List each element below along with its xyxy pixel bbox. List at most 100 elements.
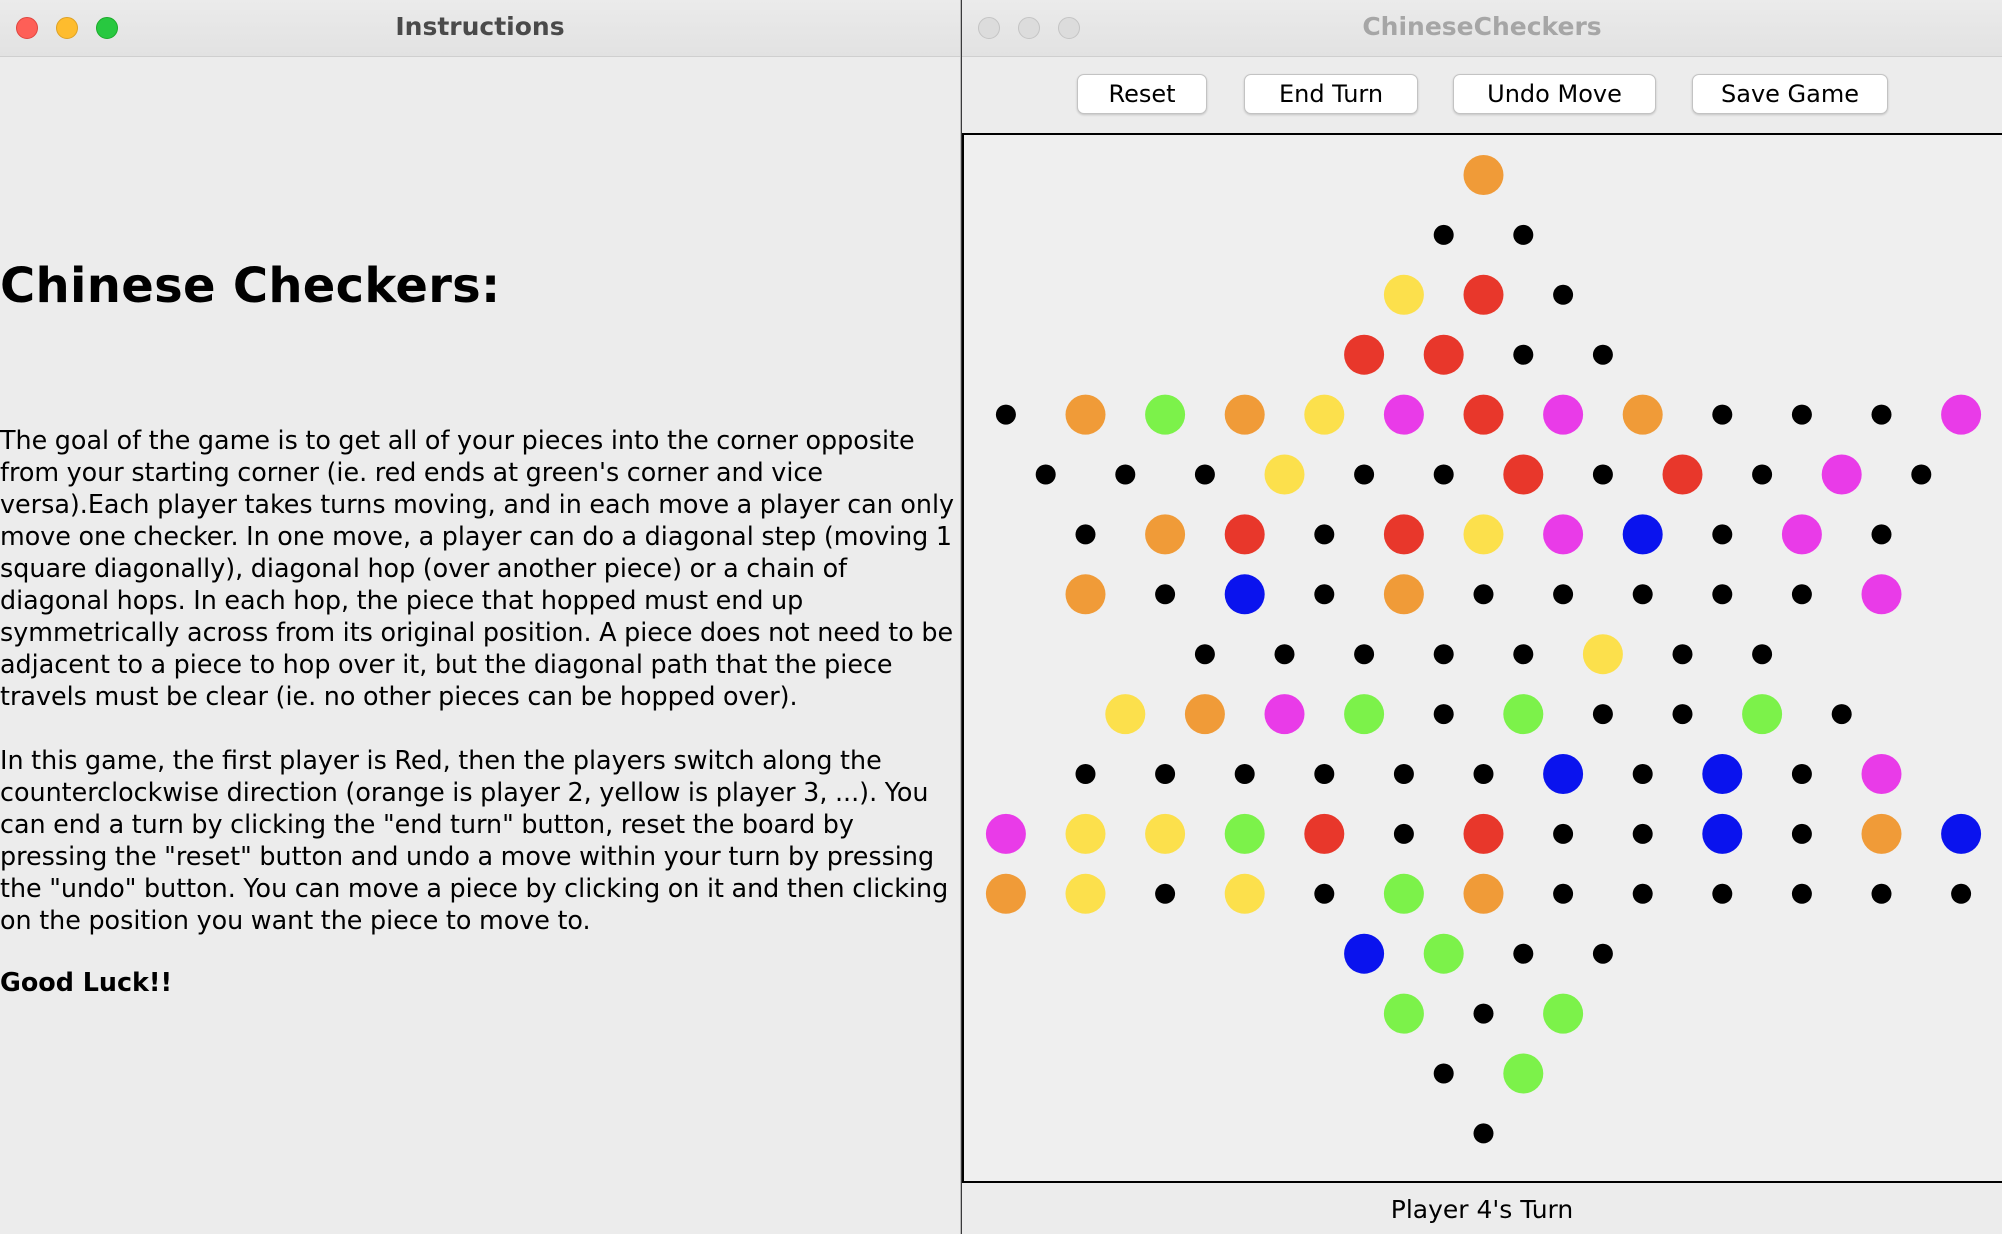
- board-hole[interactable]: [1632, 584, 1653, 605]
- checker-piece[interactable]: [1224, 813, 1265, 854]
- board-hole[interactable]: [1712, 584, 1733, 605]
- checker-piece[interactable]: [1304, 394, 1345, 435]
- board-hole[interactable]: [1712, 883, 1733, 904]
- board-hole[interactable]: [1354, 464, 1375, 485]
- checker-piece[interactable]: [1065, 873, 1106, 914]
- board-hole[interactable]: [1632, 764, 1653, 784]
- checker-piece[interactable]: [1065, 574, 1106, 615]
- board-hole[interactable]: [1513, 224, 1534, 245]
- board-hole[interactable]: [1314, 883, 1335, 904]
- checker-piece[interactable]: [1582, 634, 1623, 675]
- board-hole[interactable]: [1513, 344, 1534, 365]
- checker-piece[interactable]: [1264, 694, 1305, 735]
- checker-piece[interactable]: [1622, 514, 1663, 555]
- board-hole[interactable]: [1712, 404, 1733, 425]
- checker-piece[interactable]: [1941, 813, 1982, 854]
- checker-piece[interactable]: [1861, 813, 1902, 854]
- game-board[interactable]: [962, 133, 2002, 1183]
- board-hole[interactable]: [1871, 404, 1892, 425]
- checker-piece[interactable]: [1622, 394, 1663, 435]
- undo-move-button[interactable]: Undo Move: [1453, 74, 1656, 114]
- checker-piece[interactable]: [1463, 873, 1504, 914]
- board-hole[interactable]: [1553, 584, 1574, 605]
- board-hole[interactable]: [1752, 644, 1773, 665]
- checker-piece[interactable]: [1463, 274, 1504, 315]
- checker-piece[interactable]: [1463, 813, 1504, 854]
- board-hole[interactable]: [1155, 584, 1176, 605]
- checker-piece[interactable]: [1344, 694, 1385, 735]
- checker-piece[interactable]: [1065, 813, 1106, 854]
- checker-piece[interactable]: [1383, 274, 1424, 315]
- board-canvas[interactable]: [964, 135, 2002, 1185]
- board-hole[interactable]: [1592, 464, 1613, 485]
- checker-piece[interactable]: [1145, 394, 1186, 435]
- board-hole[interactable]: [1592, 344, 1613, 365]
- board-hole[interactable]: [1791, 764, 1812, 784]
- reset-button[interactable]: Reset: [1077, 74, 1207, 114]
- checker-piece[interactable]: [1503, 694, 1544, 735]
- board-hole[interactable]: [995, 404, 1016, 425]
- board-hole[interactable]: [1473, 1003, 1494, 1024]
- checker-piece[interactable]: [1184, 694, 1225, 735]
- board-hole[interactable]: [1791, 584, 1812, 605]
- checker-piece[interactable]: [1383, 993, 1424, 1034]
- checker-piece[interactable]: [1662, 454, 1703, 495]
- board-hole[interactable]: [1592, 704, 1613, 725]
- board-hole[interactable]: [1871, 883, 1892, 904]
- checker-piece[interactable]: [1383, 574, 1424, 615]
- board-hole[interactable]: [1115, 464, 1136, 485]
- board-hole[interactable]: [1194, 644, 1215, 665]
- checker-piece[interactable]: [1145, 813, 1186, 854]
- checker-piece[interactable]: [1463, 514, 1504, 555]
- board-hole[interactable]: [1075, 764, 1096, 784]
- checker-piece[interactable]: [1383, 873, 1424, 914]
- checker-piece[interactable]: [1224, 394, 1265, 435]
- board-hole[interactable]: [1791, 883, 1812, 904]
- checker-piece[interactable]: [1781, 514, 1822, 555]
- board-hole[interactable]: [1553, 823, 1574, 844]
- checker-piece[interactable]: [1503, 454, 1544, 495]
- checker-piece[interactable]: [1543, 514, 1584, 555]
- board-hole[interactable]: [1433, 644, 1454, 665]
- board-hole[interactable]: [1314, 764, 1335, 784]
- checker-piece[interactable]: [1383, 394, 1424, 435]
- checker-piece[interactable]: [1941, 394, 1982, 435]
- checker-piece[interactable]: [1861, 574, 1902, 615]
- board-hole[interactable]: [1433, 464, 1454, 485]
- board-hole[interactable]: [1314, 584, 1335, 605]
- board-hole[interactable]: [1632, 883, 1653, 904]
- board-hole[interactable]: [1433, 1063, 1454, 1084]
- board-hole[interactable]: [1672, 644, 1693, 665]
- checker-piece[interactable]: [1304, 813, 1345, 854]
- board-hole[interactable]: [1553, 284, 1574, 305]
- board-hole[interactable]: [1234, 764, 1255, 784]
- board-hole[interactable]: [1592, 943, 1613, 964]
- board-hole[interactable]: [1393, 823, 1414, 844]
- checker-piece[interactable]: [1344, 933, 1385, 974]
- checker-piece[interactable]: [1463, 155, 1504, 195]
- board-hole[interactable]: [1632, 823, 1653, 844]
- checker-piece[interactable]: [1145, 514, 1186, 555]
- board-hole[interactable]: [1274, 644, 1295, 665]
- checker-piece[interactable]: [1224, 873, 1265, 914]
- checker-piece[interactable]: [985, 873, 1026, 914]
- board-hole[interactable]: [1553, 883, 1574, 904]
- board-hole[interactable]: [1035, 464, 1056, 485]
- board-hole[interactable]: [1513, 943, 1534, 964]
- checker-piece[interactable]: [1543, 993, 1584, 1034]
- checker-piece[interactable]: [1463, 394, 1504, 435]
- board-hole[interactable]: [1433, 224, 1454, 245]
- checker-piece[interactable]: [1702, 813, 1743, 854]
- board-hole[interactable]: [1672, 704, 1693, 725]
- board-hole[interactable]: [1155, 764, 1176, 784]
- checker-piece[interactable]: [1543, 754, 1584, 794]
- checker-piece[interactable]: [1423, 334, 1464, 375]
- board-hole[interactable]: [1473, 764, 1494, 784]
- board-hole[interactable]: [1473, 1123, 1494, 1144]
- board-hole[interactable]: [1791, 823, 1812, 844]
- board-hole[interactable]: [1712, 524, 1733, 545]
- checker-piece[interactable]: [1105, 694, 1146, 735]
- board-hole[interactable]: [1752, 464, 1773, 485]
- checker-piece[interactable]: [1224, 514, 1265, 555]
- game-titlebar[interactable]: ChineseCheckers: [962, 0, 2002, 57]
